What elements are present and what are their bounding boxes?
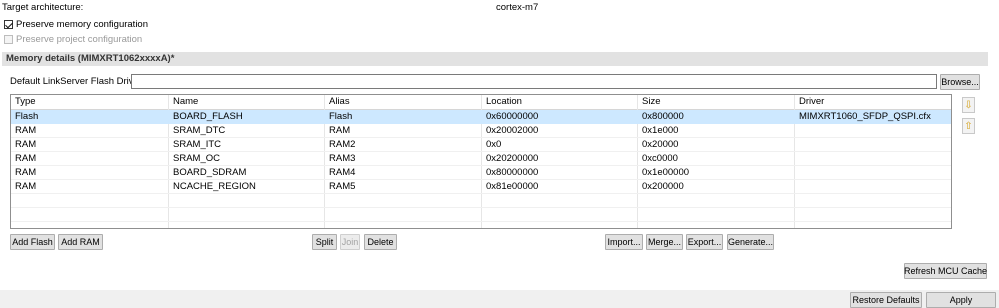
browse-button[interactable]: Browse... [940,74,980,90]
table-row[interactable]: RAM SRAM_ITC RAM2 0x0 0x20000 [11,138,951,152]
import-button[interactable]: Import... [605,234,643,250]
add-ram-button[interactable]: Add RAM [58,234,103,250]
arrow-down-icon: ⇩ [964,99,973,111]
preserve-memory-label: Preserve memory configuration [16,19,148,30]
generate-button[interactable]: Generate... [727,234,774,250]
table-row[interactable]: Flash BOARD_FLASH Flash 0x60000000 0x800… [11,110,951,124]
preserve-memory-checkbox[interactable] [4,20,13,29]
split-button[interactable]: Split [312,234,337,250]
refresh-mcu-cache-button[interactable]: Refresh MCU Cache [904,263,987,279]
memory-table[interactable]: Type Name Alias Location Size Driver Fla… [10,94,952,229]
restore-defaults-button[interactable]: Restore Defaults [850,292,922,308]
join-button[interactable]: Join [340,234,360,250]
table-row[interactable]: RAM SRAM_OC RAM3 0x20200000 0xc0000 [11,152,951,166]
table-row[interactable]: RAM NCACHE_REGION RAM5 0x81e00000 0x2000… [11,180,951,194]
preserve-project-checkbox[interactable] [4,35,13,44]
export-button[interactable]: Export... [686,234,723,250]
target-architecture-value: cortex-m7 [496,2,539,13]
memory-details-section-header: Memory details (MIMXRT1062xxxxA)* [2,52,988,66]
merge-button[interactable]: Merge... [646,234,683,250]
target-architecture-label: Target architecture: [2,2,84,13]
move-down-button[interactable]: ⇩ [962,97,975,113]
memory-details-title: Memory details (MIMXRT1062xxxxA)* [6,53,175,64]
table-row[interactable]: RAM SRAM_DTC RAM 0x20002000 0x1e000 [11,124,951,138]
flash-driver-input[interactable] [131,74,937,89]
add-flash-button[interactable]: Add Flash [10,234,55,250]
column-header-driver[interactable]: Driver [799,96,824,107]
table-row[interactable]: RAM BOARD_SDRAM RAM4 0x80000000 0x1e0000… [11,166,951,180]
column-header-type[interactable]: Type [15,96,36,107]
move-up-button[interactable]: ⇧ [962,118,975,134]
arrow-up-icon: ⇧ [964,120,973,132]
apply-button[interactable]: Apply [926,292,996,308]
flash-driver-label: Default LinkServer Flash Driver [10,76,142,87]
column-header-name[interactable]: Name [173,96,198,107]
column-header-location[interactable]: Location [486,96,522,107]
preserve-project-label: Preserve project configuration [16,34,143,45]
column-header-alias[interactable]: Alias [329,96,350,107]
column-header-size[interactable]: Size [642,96,660,107]
delete-button[interactable]: Delete [364,234,397,250]
